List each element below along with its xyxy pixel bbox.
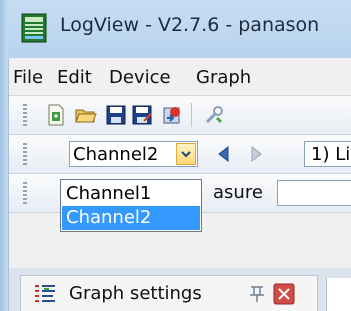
import-icon[interactable] xyxy=(161,104,183,126)
channel-option-1[interactable]: Channel1 xyxy=(62,182,200,206)
save-as-icon[interactable] xyxy=(131,104,153,126)
title-bar[interactable]: LogView - V2.7.6 - panason xyxy=(8,0,351,58)
logview-app-icon xyxy=(21,13,47,43)
next-arrow-icon[interactable] xyxy=(245,143,267,165)
previous-arrow-icon[interactable] xyxy=(213,143,235,165)
toolbar-grip[interactable] xyxy=(23,182,27,204)
channel-select-value: Channel2 xyxy=(73,144,159,165)
panel-frame-edge xyxy=(326,278,351,311)
toolbar-grip[interactable] xyxy=(23,143,27,165)
channel-toolbar: Channel2 1) Li xyxy=(9,135,351,174)
channel-option-2[interactable]: Channel2 xyxy=(62,206,200,230)
menu-file[interactable]: File xyxy=(13,67,43,88)
main-toolbar xyxy=(9,96,351,135)
step-select[interactable]: 1) Li xyxy=(304,141,351,167)
panel-title: Graph settings xyxy=(69,283,202,304)
pin-icon[interactable] xyxy=(248,284,266,304)
open-folder-icon[interactable] xyxy=(75,104,97,126)
close-icon[interactable] xyxy=(273,283,295,305)
measure-input[interactable] xyxy=(277,180,351,206)
new-file-icon[interactable] xyxy=(45,104,67,126)
save-icon[interactable] xyxy=(105,104,127,126)
channel-dropdown-list: Channel1 Channel2 xyxy=(60,179,202,232)
menu-edit[interactable]: Edit xyxy=(57,67,92,88)
menu-device[interactable]: Device xyxy=(109,67,171,88)
channel-select-dropdown-button[interactable] xyxy=(176,143,196,165)
step-select-value: 1) Li xyxy=(311,144,351,165)
menu-graph[interactable]: Graph xyxy=(196,67,251,88)
chevron-down-icon xyxy=(181,151,191,158)
window-title: LogView - V2.7.6 - panason xyxy=(60,14,320,36)
measure-label: asure xyxy=(213,182,263,203)
tools-icon[interactable] xyxy=(203,104,225,126)
toolbar-separator xyxy=(191,103,192,127)
toolbar-grip[interactable] xyxy=(23,104,27,126)
graph-settings-panel-header[interactable]: Graph settings xyxy=(20,275,318,311)
channel-select[interactable]: Channel2 xyxy=(69,141,198,167)
app-window: LogView - V2.7.6 - panason File Edit Dev… xyxy=(0,0,351,311)
menu-bar: File Edit Device Graph xyxy=(9,59,351,96)
graph-settings-icon xyxy=(35,285,55,302)
